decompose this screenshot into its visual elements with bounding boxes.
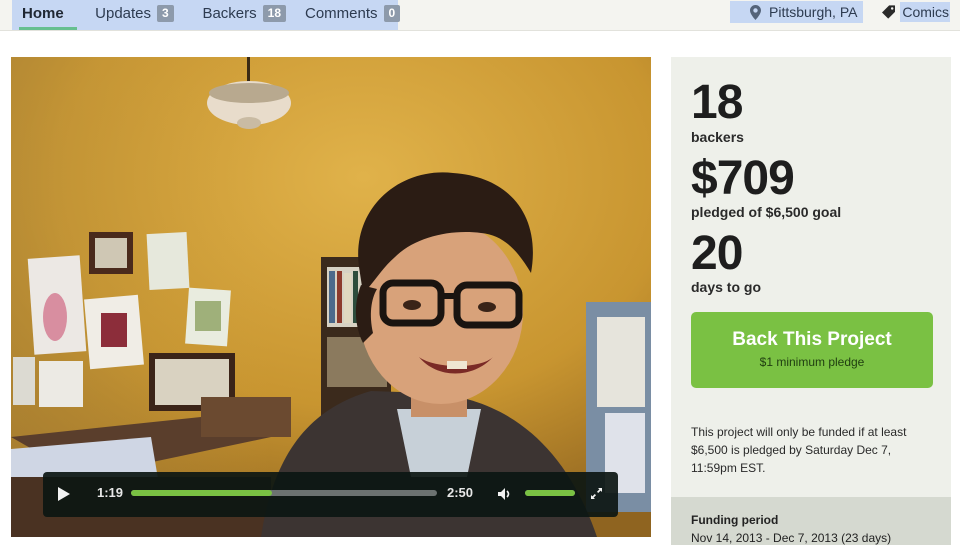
days-label: days to go bbox=[691, 279, 762, 295]
video-frame bbox=[11, 57, 651, 537]
location-link[interactable]: Pittsburgh, PA bbox=[730, 1, 863, 23]
minimum-pledge-label: $1 minimum pledge bbox=[759, 355, 865, 369]
tab-updates-label: Updates bbox=[95, 4, 152, 22]
backers-label: backers bbox=[691, 129, 744, 145]
backers-count-badge: 18 bbox=[262, 4, 286, 22]
funding-period-title: Funding period bbox=[691, 513, 779, 527]
pledged-label: pledged of $6,500 goal bbox=[691, 204, 842, 220]
map-pin-icon bbox=[750, 4, 761, 20]
backers-count: 18 bbox=[691, 76, 743, 129]
tag-icon bbox=[882, 5, 896, 19]
play-button[interactable] bbox=[57, 486, 71, 507]
project-stats-panel: 18 backers $709 pledged of $6,500 goal 2… bbox=[671, 57, 951, 545]
project-tabs: Home Updates 3 Backers 18 Comments 0 bbox=[12, 0, 401, 30]
fullscreen-button[interactable] bbox=[590, 487, 603, 505]
video-controls: 1:19 2:50 bbox=[43, 472, 618, 517]
tab-comments-label: Comments bbox=[305, 4, 378, 22]
location-label: Pittsburgh, PA bbox=[769, 4, 858, 20]
pledged-amount: $709 bbox=[691, 152, 795, 205]
seek-bar-progress bbox=[131, 490, 272, 496]
comments-count-badge: 0 bbox=[383, 4, 401, 22]
mute-button[interactable] bbox=[497, 487, 511, 506]
fullscreen-icon bbox=[591, 488, 602, 499]
tab-backers[interactable]: Backers 18 bbox=[192, 0, 286, 26]
funding-period-value: Nov 14, 2013 - Dec 7, 2013 (23 days) bbox=[691, 531, 892, 545]
back-project-button[interactable]: Back This Project $1 minimum pledge bbox=[691, 312, 933, 388]
play-icon bbox=[58, 487, 70, 501]
tab-updates[interactable]: Updates 3 bbox=[85, 0, 181, 26]
tab-home[interactable]: Home bbox=[12, 0, 78, 30]
back-project-label: Back This Project bbox=[732, 329, 892, 350]
volume-level bbox=[525, 490, 575, 496]
days-count: 20 bbox=[691, 227, 743, 280]
tab-backers-label: Backers bbox=[202, 4, 257, 22]
updates-count-badge: 3 bbox=[157, 4, 174, 22]
project-video[interactable]: 1:19 2:50 bbox=[11, 57, 651, 537]
volume-slider[interactable] bbox=[525, 490, 575, 496]
project-nav-bar: Home Updates 3 Backers 18 Comments 0 Pit… bbox=[0, 0, 960, 31]
category-label: Comics bbox=[900, 2, 950, 22]
tab-home-label: Home bbox=[22, 4, 64, 22]
current-time: 1:19 bbox=[97, 485, 124, 500]
funding-note: This project will only be funded if at l… bbox=[691, 425, 907, 475]
tab-comments[interactable]: Comments 0 bbox=[295, 0, 401, 26]
volume-icon bbox=[498, 488, 510, 500]
duration-time: 2:50 bbox=[447, 485, 474, 500]
category-link[interactable]: Comics bbox=[882, 1, 950, 23]
funding-period-box: Funding period Nov 14, 2013 - Dec 7, 201… bbox=[671, 497, 951, 545]
seek-bar[interactable] bbox=[131, 490, 437, 496]
